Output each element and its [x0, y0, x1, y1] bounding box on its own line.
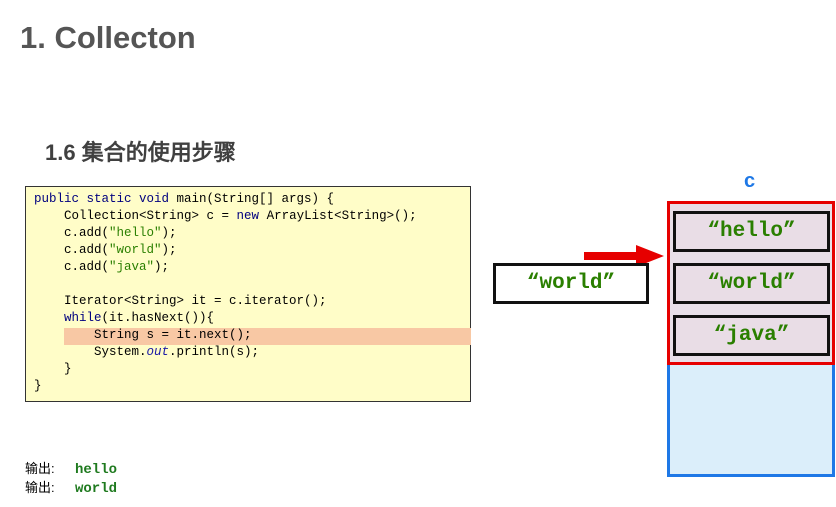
code-line-3: c.add("hello"); — [34, 226, 177, 240]
code-block: public static void main(String[] args) {… — [25, 186, 471, 402]
output-line: 输出: world — [25, 480, 118, 497]
code-line-4: c.add("world"); — [34, 243, 177, 257]
code-line-9: String s = it.next(); — [34, 328, 252, 342]
page-title: 1. Collecton — [20, 20, 196, 55]
code-line-11: } — [34, 362, 72, 376]
code-line-7: Iterator<String> it = c.iterator(); — [34, 294, 327, 308]
output-line: 输出: hello — [25, 461, 118, 478]
code-line-1: public static void main(String[] args) { — [34, 192, 335, 206]
code-line-2: Collection<String> c = new ArrayList<Str… — [34, 209, 417, 223]
code-line-12: } — [34, 379, 42, 393]
section-subtitle: 1.6 集合的使用步骤 — [45, 140, 236, 165]
element-java: “java” — [673, 315, 830, 356]
code-line-8: while(it.hasNext()){ — [64, 311, 215, 325]
collection-variable-label: c — [744, 170, 756, 192]
code-line-5: c.add("java"); — [34, 260, 170, 274]
console-output: 输出: hello 输出: world — [25, 459, 117, 497]
element-hello: “hello” — [673, 211, 830, 252]
code-line-10: System.out.println(s); — [34, 345, 260, 359]
element-world: “world” — [673, 263, 830, 304]
current-element: “world” — [493, 263, 649, 304]
